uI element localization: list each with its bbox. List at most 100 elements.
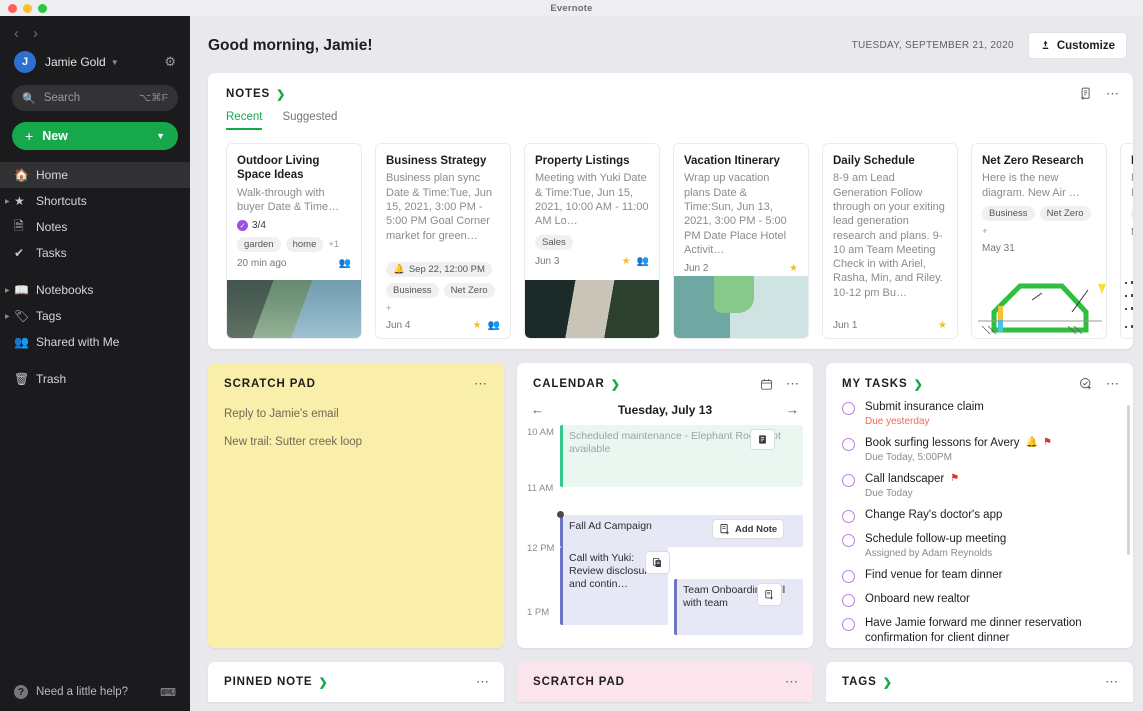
more-options-icon[interactable]: ⋯ bbox=[786, 376, 799, 392]
scratch-pad-line[interactable]: Reply to Jamie's email bbox=[224, 408, 488, 420]
task-item[interactable]: Change Ray's doctor's app bbox=[842, 508, 1119, 523]
new-note-icon[interactable] bbox=[1079, 87, 1093, 101]
note-card[interactable]: Daily Schedule 8-9 am Lead Generation Fo… bbox=[822, 143, 958, 339]
sidebar-item-trash[interactable]: 🗑 Trash bbox=[0, 366, 190, 392]
calendar-event[interactable]: Team Onboarding call with team bbox=[674, 579, 803, 635]
forward-arrow-icon[interactable]: › bbox=[33, 26, 38, 41]
note-card[interactable]: Outdoor Living Space Ideas Walk-through … bbox=[226, 143, 362, 339]
page-title: Good morning, Jamie! bbox=[208, 36, 373, 54]
reminder-chip[interactable]: 🔔 Sep 22, 12:00 PM bbox=[386, 262, 492, 277]
tag-chip[interactable]: Business bbox=[1131, 205, 1133, 221]
copy-note-button[interactable] bbox=[645, 551, 670, 574]
note-card[interactable]: Vacation Itinerary Wrap up vacation plan… bbox=[673, 143, 809, 339]
more-options-icon[interactable]: ⋯ bbox=[1106, 376, 1119, 392]
sidebar-item-label: Shared with Me bbox=[36, 335, 120, 349]
more-options-icon[interactable]: ⋯ bbox=[474, 376, 488, 392]
note-card[interactable]: Net Zero Documents Net Zero Documents Ne… bbox=[1120, 143, 1133, 339]
task-checkbox[interactable] bbox=[842, 473, 855, 487]
task-checkbox[interactable] bbox=[842, 617, 855, 631]
task-item[interactable]: Book surfing lessons for Avery 🔔 ⚑ Due Tod… bbox=[842, 436, 1119, 463]
task-checkbox[interactable] bbox=[842, 569, 855, 583]
task-item[interactable]: Call landscaper ⚑ Due Today bbox=[842, 472, 1119, 499]
sidebar-item-notes[interactable]: 🗎 Notes bbox=[0, 214, 190, 240]
note-date: 20 min ago bbox=[237, 258, 287, 270]
gear-icon[interactable]: ⚙ bbox=[164, 54, 176, 70]
task-item[interactable]: Submit insurance claim Due yesterday bbox=[842, 400, 1119, 427]
sidebar-item-tasks[interactable]: ✔ Tasks bbox=[0, 240, 190, 266]
expand-triangle-icon[interactable]: ▶ bbox=[5, 313, 10, 320]
tag-chip[interactable]: Sales bbox=[535, 234, 573, 250]
chevron-right-icon[interactable]: ❯ bbox=[319, 676, 328, 689]
sidebar-item-home[interactable]: 🏠 Home bbox=[0, 162, 190, 188]
tag-chip[interactable]: Net Zero bbox=[1039, 205, 1091, 221]
add-note-button[interactable]: Add Note bbox=[712, 519, 785, 539]
tasks-scrollbar[interactable] bbox=[1127, 405, 1130, 555]
pinned-note-panel[interactable]: PINNED NOTE ❯ ⋯ bbox=[208, 662, 504, 702]
back-arrow-icon[interactable]: ‹ bbox=[14, 26, 19, 41]
chevron-right-icon[interactable]: ❯ bbox=[276, 88, 285, 101]
tags-panel[interactable]: TAGS ❯ ⋯ bbox=[826, 662, 1133, 702]
task-checkbox[interactable] bbox=[842, 593, 855, 607]
task-checkbox[interactable] bbox=[842, 533, 855, 547]
calendar-icon[interactable] bbox=[760, 378, 773, 391]
more-options-icon[interactable]: ⋯ bbox=[785, 674, 799, 690]
note-card[interactable]: Net Zero Research Here is the new diagra… bbox=[971, 143, 1107, 339]
task-checkbox[interactable] bbox=[842, 509, 855, 523]
note-card[interactable]: Property Listings Meeting with Yuki Date… bbox=[524, 143, 660, 339]
task-item[interactable]: Find venue for team dinner bbox=[842, 568, 1119, 583]
expand-triangle-icon[interactable]: ▶ bbox=[5, 198, 10, 205]
tags-more[interactable]: +1 bbox=[328, 239, 339, 250]
new-button[interactable]: + New ▼ bbox=[12, 122, 178, 150]
task-checkbox[interactable] bbox=[842, 402, 855, 415]
chevron-right-icon[interactable]: ❯ bbox=[883, 676, 892, 689]
tab-suggested[interactable]: Suggested bbox=[282, 111, 337, 130]
keyboard-icon[interactable]: ⌨ bbox=[160, 686, 176, 699]
event-note-button[interactable] bbox=[750, 429, 775, 450]
more-options-icon[interactable]: ⋯ bbox=[1105, 674, 1119, 690]
task-item[interactable]: Schedule follow-up meeting Assigned by A… bbox=[842, 532, 1119, 559]
help-row[interactable]: ? Need a little help? ⌨ bbox=[0, 685, 190, 699]
expand-triangle-icon[interactable]: ▶ bbox=[5, 287, 10, 294]
task-text: Schedule follow-up meeting bbox=[865, 532, 1007, 545]
task-text: Call landscaper bbox=[865, 472, 945, 485]
tag-chip[interactable]: Business bbox=[386, 283, 439, 298]
add-note-button[interactable] bbox=[757, 583, 782, 606]
tag-chip[interactable]: garden bbox=[237, 237, 281, 253]
event-drag-handle[interactable] bbox=[557, 511, 564, 518]
add-task-icon[interactable] bbox=[1079, 377, 1093, 391]
reminder-date: Sep 22, 12:00 PM bbox=[408, 264, 485, 275]
customize-button[interactable]: Customize bbox=[1027, 32, 1127, 59]
more-options-icon[interactable]: ⋯ bbox=[476, 674, 490, 690]
main-content: Good morning, Jamie! TUESDAY, SEPTEMBER … bbox=[190, 16, 1143, 711]
sidebar-item-notebooks[interactable]: ▶ 📖 Notebooks bbox=[0, 277, 190, 303]
chevron-down-icon[interactable]: ▼ bbox=[111, 58, 119, 67]
scratch-pad-line[interactable]: New trail: Sutter creek loop bbox=[224, 436, 488, 448]
sidebar-item-tags[interactable]: ▶ 🏷 Tags bbox=[0, 303, 190, 329]
sidebar-item-shared-with-me[interactable]: 👥 Shared with Me bbox=[0, 329, 190, 355]
note-status-icons: ★ 👥 bbox=[622, 256, 649, 267]
scratch-pad-panel-2[interactable]: SCRATCH PAD ⋯ bbox=[517, 662, 813, 702]
account-row[interactable]: J Jamie Gold ▼ ⚙ bbox=[0, 41, 190, 73]
scratch-pad-panel[interactable]: SCRATCH PAD ⋯ Reply to Jamie's email New… bbox=[208, 363, 504, 648]
notes-card-strip[interactable]: Outdoor Living Space Ideas Walk-through … bbox=[208, 130, 1133, 339]
task-checkbox[interactable] bbox=[842, 437, 855, 451]
sidebar-item-shortcuts[interactable]: ▶ ★ Shortcuts bbox=[0, 188, 190, 214]
task-item[interactable]: Have Jamie forward me dinner reservation… bbox=[842, 616, 1119, 646]
tab-recent[interactable]: Recent bbox=[226, 111, 263, 130]
tag-chip[interactable]: Business bbox=[982, 205, 1035, 221]
tags-more[interactable]: + bbox=[386, 303, 392, 314]
next-day-arrow-icon[interactable]: → bbox=[786, 402, 799, 417]
prev-day-arrow-icon[interactable]: ← bbox=[531, 402, 544, 417]
tag-chip[interactable]: home bbox=[285, 237, 324, 253]
tag-chip[interactable]: Net Zero bbox=[443, 283, 495, 298]
more-options-icon[interactable]: ⋯ bbox=[1106, 86, 1119, 102]
task-item[interactable]: Onboard new realtor bbox=[842, 592, 1119, 607]
note-card[interactable]: Business Strategy Business plan sync Dat… bbox=[375, 143, 511, 339]
note-title: Daily Schedule bbox=[833, 155, 915, 167]
note-tags: Business Net Zero + bbox=[386, 283, 500, 314]
chevron-right-icon[interactable]: ❯ bbox=[611, 378, 620, 391]
search-input[interactable]: 🔍 Search ⌥⌘F bbox=[12, 85, 178, 111]
chevron-down-icon[interactable]: ▼ bbox=[156, 131, 165, 141]
tags-more[interactable]: + bbox=[982, 226, 988, 237]
chevron-right-icon[interactable]: ❯ bbox=[914, 378, 923, 391]
